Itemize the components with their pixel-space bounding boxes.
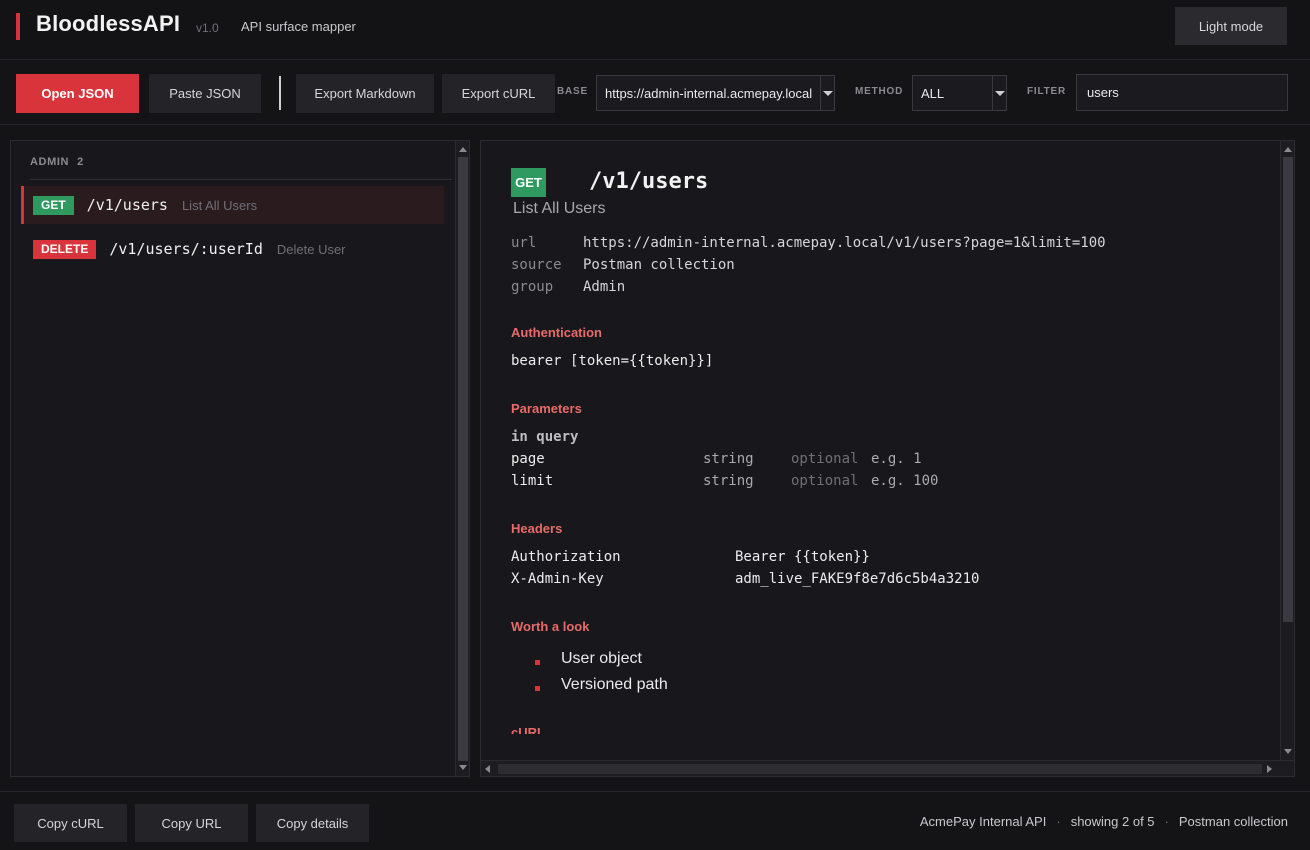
scrollbar-thumb[interactable] xyxy=(498,764,1262,774)
open-json-button[interactable]: Open JSON xyxy=(16,74,139,113)
brand-accent-bar xyxy=(16,13,20,40)
meta-row-url: url https://admin-internal.acmepay.local/… xyxy=(511,235,1106,251)
meta-row-group: group Admin xyxy=(511,279,626,295)
light-mode-button[interactable]: Light mode xyxy=(1175,7,1287,45)
header-row: X-Admin-Key adm_live_FAKE9f8e7d6c5b4a3210 xyxy=(511,571,980,587)
headers-section-title: Headers xyxy=(511,521,563,536)
source-name: Postman collection xyxy=(1178,814,1288,829)
group-divider xyxy=(30,179,452,180)
method-badge-delete: DELETE xyxy=(33,239,97,259)
endpoint-list-scrollbar[interactable] xyxy=(455,141,469,776)
params-table: in query page string optional e.g. 1 limit s… xyxy=(511,426,938,492)
chevron-down-icon[interactable] xyxy=(820,76,834,110)
toolbar: Open JSON Paste JSON Export Markdown Exp… xyxy=(0,61,1310,125)
status-line: AcmePay Internal API · showing 2 of 5 · Post… xyxy=(919,814,1288,829)
bullet-icon xyxy=(535,660,540,665)
group-name: ADMIN xyxy=(30,156,70,168)
endpoint-list-panel: ADMIN 2 GET /v1/users List All Users DELE… xyxy=(10,140,470,777)
showing-count: showing 2 of 5 xyxy=(1070,814,1155,829)
method-label: METHOD xyxy=(855,86,904,97)
param-row: limit string optional e.g. 100 xyxy=(511,473,939,489)
headers-table: Authorization Bearer {{token}} X-Admin-Ke… xyxy=(511,546,979,590)
worth-a-look-title: Worth a look xyxy=(511,619,590,634)
chevron-down-icon[interactable] xyxy=(992,76,1006,110)
export-markdown-button[interactable]: Export Markdown xyxy=(296,74,434,113)
bullet-icon xyxy=(535,686,540,691)
scrollbar-thumb[interactable] xyxy=(458,157,468,761)
auth-section-title: Authentication xyxy=(511,325,602,340)
export-curl-button[interactable]: Export cURL xyxy=(442,74,555,113)
version-label: v1.0 xyxy=(196,21,219,35)
meta-url-value[interactable]: https://admin-internal.acmepay.local/v1/… xyxy=(583,235,1106,251)
scroll-left-icon[interactable] xyxy=(485,765,490,773)
endpoint-name: List All Users xyxy=(181,197,258,213)
collection-name: AcmePay Internal API xyxy=(919,814,1047,829)
endpoint-row-list-users[interactable]: GET /v1/users List All Users xyxy=(21,186,444,224)
detail-meta: url https://admin-internal.acmepay.local/… xyxy=(511,232,1106,298)
app-tagline: API surface mapper xyxy=(241,19,356,34)
app-title: BloodlessAPI xyxy=(36,11,181,36)
scroll-down-icon[interactable] xyxy=(459,765,467,770)
meta-row-source: source Postman collection xyxy=(511,257,735,273)
endpoint-row-delete-user[interactable]: DELETE /v1/users/:userId Delete User xyxy=(21,230,444,268)
params-section-title: Parameters xyxy=(511,401,582,416)
method-badge-get: GET xyxy=(33,195,74,215)
endpoint-detail-panel: GET /v1/users List All Users url https://… xyxy=(480,140,1295,777)
detail-content: GET /v1/users List All Users url https://… xyxy=(511,141,1271,734)
auth-value: bearer [token={{token}}] xyxy=(511,353,714,369)
method-value: ALL xyxy=(921,85,945,101)
scroll-down-icon[interactable] xyxy=(1284,749,1292,754)
filter-label: FILTER xyxy=(1027,86,1067,97)
footer-bar: Copy cURL Copy URL Copy details AcmePay … xyxy=(0,791,1310,850)
app-header: BloodlessAPI v1.0 API surface mapper Lig… xyxy=(0,0,1310,60)
group-count: 2 xyxy=(77,156,84,168)
copy-url-button[interactable]: Copy URL xyxy=(135,804,248,842)
group-header: ADMIN 2 xyxy=(30,156,84,168)
scroll-up-icon[interactable] xyxy=(459,147,467,152)
toolbar-divider xyxy=(279,76,281,110)
params-location: in query xyxy=(511,429,579,445)
scrollbar-thumb[interactable] xyxy=(1283,157,1293,622)
detail-title: List All Users xyxy=(513,200,606,217)
detail-path: /v1/users xyxy=(589,169,709,194)
detail-method-badge: GET xyxy=(511,168,546,197)
detail-horizontal-scrollbar[interactable] xyxy=(481,760,1294,776)
scroll-right-icon[interactable] xyxy=(1267,765,1272,773)
filter-input[interactable]: users xyxy=(1076,74,1288,111)
base-url-select[interactable]: https://admin-internal.acmepay.local xyxy=(596,75,835,111)
scroll-up-icon[interactable] xyxy=(1284,147,1292,152)
header-row: Authorization Bearer {{token}} xyxy=(511,549,870,565)
copy-details-button[interactable]: Copy details xyxy=(256,804,369,842)
endpoint-path: /v1/users xyxy=(86,196,168,214)
look-item: User object xyxy=(561,650,642,667)
endpoint-path: /v1/users/:userId xyxy=(109,240,263,258)
base-url-value: https://admin-internal.acmepay.local xyxy=(605,85,813,101)
copy-curl-button[interactable]: Copy cURL xyxy=(14,804,127,842)
base-label: BASE xyxy=(557,86,588,97)
endpoint-name: Delete User xyxy=(276,241,346,257)
curl-section-title: cURL xyxy=(511,725,545,734)
param-row: page string optional e.g. 1 xyxy=(511,451,922,467)
paste-json-button[interactable]: Paste JSON xyxy=(149,74,261,113)
method-select[interactable]: ALL xyxy=(912,75,1007,111)
look-item: Versioned path xyxy=(561,676,668,693)
detail-vertical-scrollbar[interactable] xyxy=(1280,141,1294,760)
